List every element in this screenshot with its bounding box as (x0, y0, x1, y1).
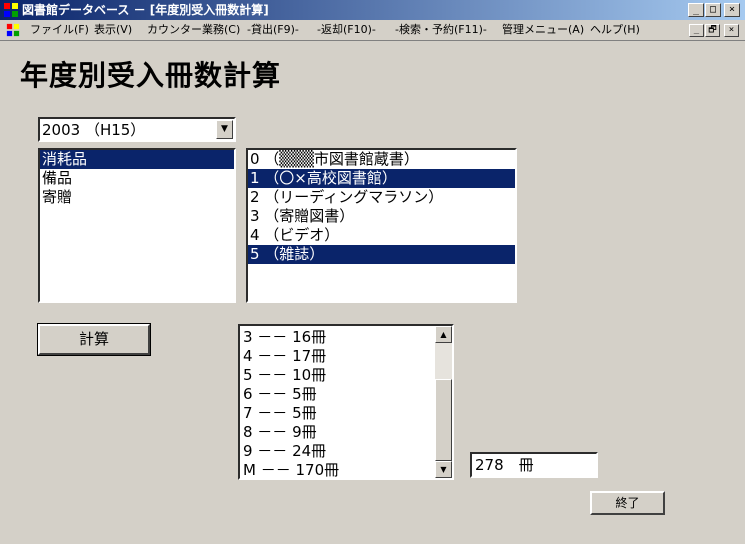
child-close-button[interactable]: × (724, 24, 739, 37)
menu-admin[interactable]: 管理メニュー(A) (502, 23, 584, 37)
result-item[interactable]: 3 －－ 16冊 (242, 328, 435, 347)
close-button[interactable]: × (724, 3, 740, 17)
maximize-button[interactable]: □ (705, 3, 721, 17)
menu-lend[interactable]: -貸出(F9)- (247, 23, 299, 37)
result-item[interactable]: M －－ 170冊 (242, 461, 435, 478)
minimize-button[interactable]: _ (688, 3, 704, 17)
scroll-up-icon[interactable]: ▲ (435, 326, 452, 343)
source-item[interactable]: 5 （雑誌） (248, 245, 515, 264)
year-combobox[interactable]: 2003 （H15） ▼ (38, 117, 236, 142)
result-listbox[interactable]: 3 －－ 16冊 4 －－ 17冊 5 －－ 10冊 6 －－ 5冊 7 －－ … (238, 324, 454, 480)
exit-button[interactable]: 終了 (590, 491, 665, 515)
category-item[interactable]: 備品 (40, 169, 234, 188)
source-item[interactable]: 4 （ビデオ） (248, 226, 515, 245)
category-item[interactable]: 消耗品 (40, 150, 234, 169)
scroll-thumb[interactable] (435, 379, 452, 461)
menu-return[interactable]: -返却(F10)- (317, 23, 376, 37)
page-title: 年度別受入冊数計算 (20, 59, 282, 92)
source-item[interactable]: 1 （〇×高校図書館） (248, 169, 515, 188)
child-window-icon[interactable] (6, 23, 20, 37)
result-item[interactable]: 9 －－ 24冊 (242, 442, 435, 461)
menu-help[interactable]: ヘルプ(H) (590, 23, 640, 37)
calculate-button[interactable]: 計算 (37, 323, 151, 356)
total-field[interactable]: 278 冊 (470, 452, 598, 478)
scroll-down-icon[interactable]: ▼ (435, 461, 452, 478)
title-bar[interactable]: 図書館データベース － [年度別受入冊数計算] _ □ × (0, 0, 745, 20)
result-items: 3 －－ 16冊 4 －－ 17冊 5 －－ 10冊 6 －－ 5冊 7 －－ … (242, 328, 435, 478)
child-minimize-button[interactable]: _ (689, 24, 704, 37)
menu-search-reserve[interactable]: -検索・予約(F11)- (395, 23, 487, 37)
menu-file[interactable]: ファイル(F) (30, 23, 89, 37)
child-restore-button[interactable]: 🗗 (705, 24, 720, 37)
source-item[interactable]: 3 （寄贈図書） (248, 207, 515, 226)
year-combobox-value: 2003 （H15） (42, 121, 146, 139)
category-listbox[interactable]: 消耗品 備品 寄贈 (38, 148, 236, 303)
menu-bar: ファイル(F) 表示(V) カウンター業務(C) -貸出(F9)- -返却(F1… (0, 20, 745, 40)
app-icon (4, 3, 18, 17)
result-item[interactable]: 6 －－ 5冊 (242, 385, 435, 404)
source-listbox[interactable]: 0 （▒▒▒市図書館蔵書） 1 （〇×高校図書館） 2 （リーディングマラソン）… (246, 148, 517, 303)
vertical-scrollbar[interactable]: ▲ ▼ (435, 326, 452, 478)
result-item[interactable]: 8 －－ 9冊 (242, 423, 435, 442)
result-item[interactable]: 4 －－ 17冊 (242, 347, 435, 366)
result-item[interactable]: 7 －－ 5冊 (242, 404, 435, 423)
menu-counter[interactable]: カウンター業務(C) (147, 23, 240, 37)
source-item[interactable]: 2 （リーディングマラソン） (248, 188, 515, 207)
window-title: 図書館データベース － [年度別受入冊数計算] (22, 3, 269, 17)
category-item[interactable]: 寄贈 (40, 188, 234, 207)
dropdown-arrow-icon[interactable]: ▼ (216, 120, 233, 139)
menu-view[interactable]: 表示(V) (94, 23, 132, 37)
source-item[interactable]: 0 （▒▒▒市図書館蔵書） (248, 150, 515, 169)
total-value: 278 冊 (475, 456, 534, 474)
result-item[interactable]: 5 －－ 10冊 (242, 366, 435, 385)
